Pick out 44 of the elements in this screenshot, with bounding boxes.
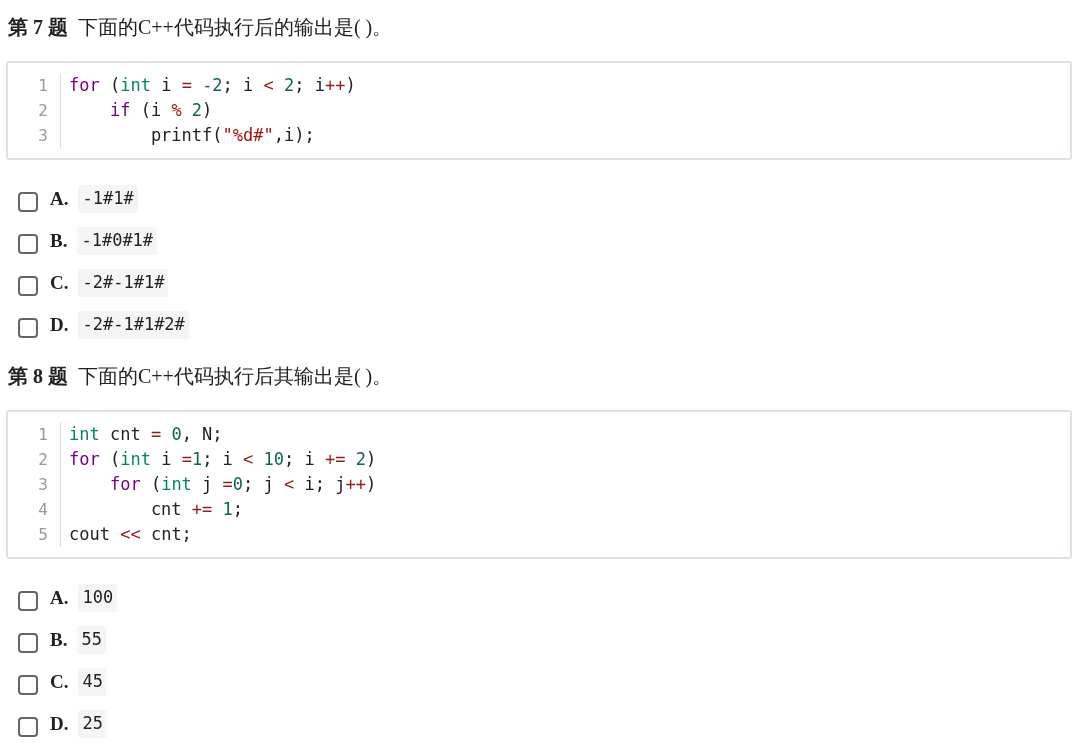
line-number: 3 xyxy=(37,473,48,496)
option-letter: A. xyxy=(50,186,69,211)
line-number: 2 xyxy=(37,99,48,122)
code-line: if (i % 2) xyxy=(108,98,213,122)
option-code: -1#0#1# xyxy=(77,227,158,255)
checkbox[interactable] xyxy=(18,317,38,338)
question-text: 下面的C++代码执行后的输出是( )。 xyxy=(78,15,393,41)
checkbox[interactable] xyxy=(18,590,38,611)
checkbox[interactable] xyxy=(18,233,38,254)
option-letter: B. xyxy=(50,228,68,253)
option-code: 45 xyxy=(78,668,107,696)
option-letter: D. xyxy=(50,312,69,337)
code-line: for (int j =0; j < i; j++) xyxy=(108,472,377,496)
option-letter: D. xyxy=(50,711,69,736)
line-number: 1 xyxy=(37,423,48,446)
line-number: 2 xyxy=(37,448,48,471)
code-line: int cnt = 0, N; xyxy=(69,422,223,446)
option-code: -2#-1#1#2# xyxy=(78,311,189,339)
checkbox[interactable] xyxy=(18,716,38,737)
option-code: -1#1# xyxy=(78,185,138,213)
option-letter: C. xyxy=(50,270,69,295)
option-letter: B. xyxy=(50,627,68,652)
checkbox[interactable] xyxy=(18,191,38,212)
question-number: 第 8 题 xyxy=(8,364,68,389)
code-line: printf("%d#",i); xyxy=(149,123,315,147)
option-letter: C. xyxy=(50,669,69,694)
question-text: 下面的C++代码执行后其输出是( )。 xyxy=(78,364,393,390)
option-code: -2#-1#1# xyxy=(78,269,169,297)
option-letter: A. xyxy=(50,585,69,610)
question-number: 第 7 题 xyxy=(8,15,68,40)
code-line: for (int i = -2; i < 2; i++) xyxy=(69,73,356,97)
line-number: 5 xyxy=(37,523,48,546)
option-code: 25 xyxy=(78,710,107,738)
code-line: for (int i =1; i < 10; i += 2) xyxy=(69,447,377,471)
code-line: cout << cnt; xyxy=(69,522,192,546)
checkbox[interactable] xyxy=(18,674,38,695)
option-code: 55 xyxy=(77,626,106,654)
checkbox[interactable] xyxy=(18,632,38,653)
line-number: 3 xyxy=(37,124,48,147)
line-number: 1 xyxy=(37,74,48,97)
code-line: cnt += 1; xyxy=(149,497,244,521)
line-number: 4 xyxy=(37,498,48,521)
option-code: 100 xyxy=(78,584,118,612)
checkbox[interactable] xyxy=(18,275,38,296)
